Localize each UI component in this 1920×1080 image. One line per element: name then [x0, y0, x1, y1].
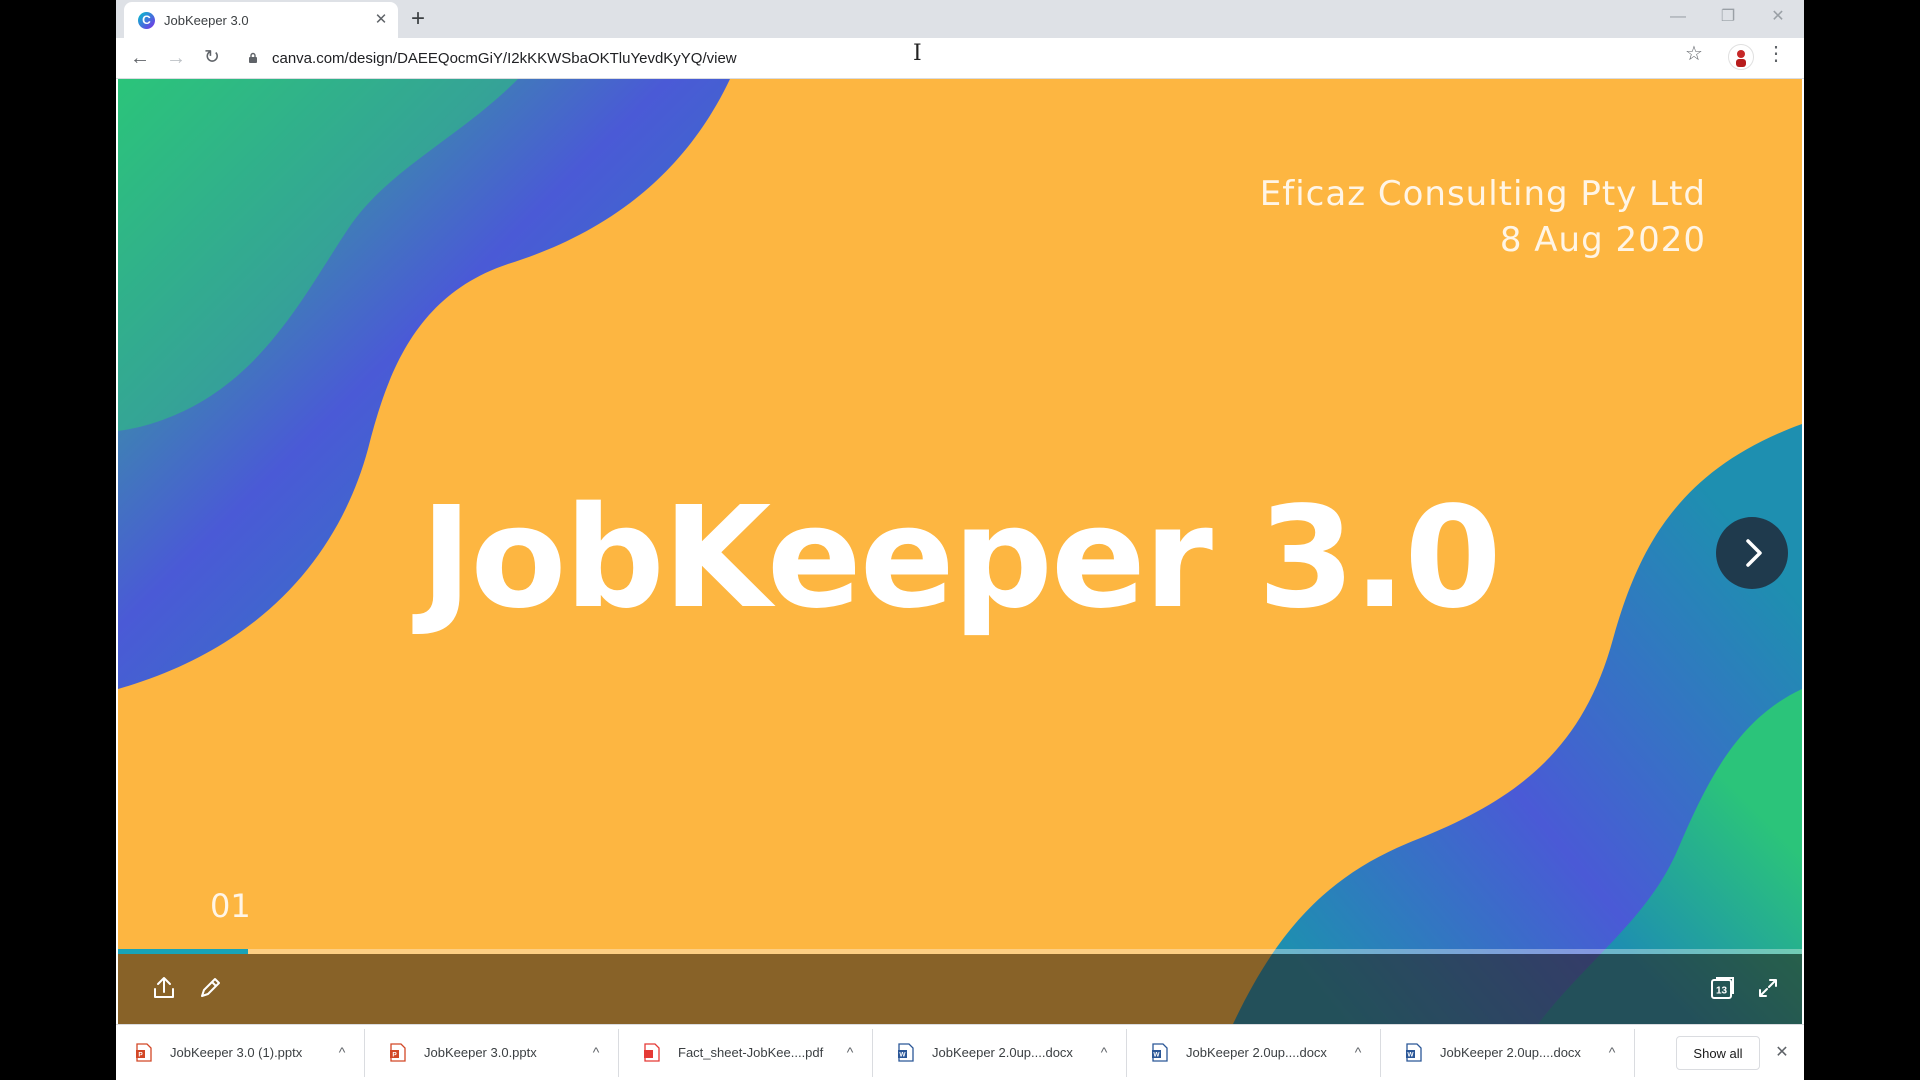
download-filename: JobKeeper 2.0up....docx — [1186, 1045, 1327, 1060]
slide-company-block: Eficaz Consulting Pty Ltd 8 Aug 2020 — [1260, 171, 1706, 263]
slide-title: JobKeeper 3.0 — [420, 477, 1501, 640]
viewer-controls-bar: 13 — [118, 954, 1802, 1024]
new-tab-plus-icon[interactable]: + — [404, 5, 432, 33]
shelf-close-icon[interactable]: ✕ — [1770, 1041, 1794, 1065]
svg-text:W: W — [1153, 1052, 1160, 1059]
svg-text:W: W — [899, 1052, 906, 1059]
download-filename: JobKeeper 2.0up....docx — [1440, 1045, 1581, 1060]
slide-date: 8 Aug 2020 — [1499, 220, 1706, 260]
slide-number: 01 — [210, 887, 251, 925]
lock-icon — [249, 52, 257, 63]
browser-window: C JobKeeper 3.0 ✕ + — ❐ ✕ ← → ↻ canva.co… — [116, 0, 1804, 1080]
canva-favicon-icon: C — [138, 12, 155, 29]
download-filename: JobKeeper 3.0.pptx — [424, 1045, 537, 1060]
minimize-icon[interactable]: — — [1656, 2, 1700, 32]
download-item[interactable]: P JobKeeper 3.0.pptx ^ — [370, 1029, 619, 1077]
bookmark-star-icon[interactable]: ☆ — [1682, 42, 1706, 66]
next-slide-button[interactable] — [1716, 517, 1788, 589]
fullscreen-expand-icon[interactable] — [1752, 972, 1784, 1004]
tab-close-icon[interactable]: ✕ — [372, 11, 390, 29]
docx-file-icon: W — [898, 1043, 914, 1062]
window-close-icon[interactable]: ✕ — [1756, 2, 1800, 32]
download-shelf: P JobKeeper 3.0 (1).pptx ^ P JobKeeper 3.0.p… — [116, 1024, 1804, 1080]
pencil-edit-icon[interactable] — [194, 972, 226, 1004]
reload-icon[interactable]: ↻ — [198, 44, 226, 72]
download-item[interactable]: W JobKeeper 2.0up....docx ^ — [1132, 1029, 1381, 1077]
avatar-person-icon — [1736, 50, 1746, 67]
presentation-viewer: Eficaz Consulting Pty Ltd 8 Aug 2020 Job… — [118, 79, 1802, 1024]
chevron-up-icon[interactable]: ^ — [840, 1041, 860, 1063]
docx-file-icon: W — [1152, 1043, 1168, 1062]
chevron-up-icon[interactable]: ^ — [332, 1041, 352, 1063]
page-count-badge: 13 — [1716, 986, 1728, 997]
pages-icon: 13 — [1711, 977, 1734, 999]
chevron-right-icon — [1746, 539, 1762, 567]
slide-grid-button[interactable]: 13 — [1706, 972, 1738, 1004]
download-item[interactable]: W JobKeeper 2.0up....docx ^ — [878, 1029, 1127, 1077]
pdf-file-icon — [644, 1043, 660, 1062]
url-text[interactable]: canva.com/design/DAEEQocmGiY/I2kKKWSbaOK… — [272, 50, 737, 67]
tab-title: JobKeeper 3.0 — [164, 13, 249, 28]
back-arrow-icon[interactable]: ← — [126, 44, 154, 72]
profile-avatar[interactable] — [1728, 44, 1754, 70]
forward-arrow-icon[interactable]: → — [162, 44, 190, 72]
download-item[interactable]: Fact_sheet-JobKee....pdf ^ — [624, 1029, 873, 1077]
download-filename: JobKeeper 3.0 (1).pptx — [170, 1045, 303, 1060]
svg-text:W: W — [1407, 1052, 1414, 1059]
docx-file-icon: W — [1406, 1043, 1422, 1062]
show-all-downloads-button[interactable]: Show all — [1676, 1036, 1760, 1070]
tab-strip: C JobKeeper 3.0 ✕ + — ❐ ✕ — [116, 0, 1804, 38]
download-filename: JobKeeper 2.0up....docx — [932, 1045, 1073, 1060]
download-filename: Fact_sheet-JobKee....pdf — [678, 1045, 824, 1060]
svg-text:P: P — [392, 1052, 397, 1059]
restore-icon[interactable]: ❐ — [1706, 2, 1750, 32]
download-item[interactable]: W JobKeeper 2.0up....docx ^ — [1386, 1029, 1635, 1077]
chevron-up-icon[interactable]: ^ — [1348, 1041, 1368, 1063]
pptx-file-icon: P — [136, 1043, 152, 1062]
share-upload-icon[interactable] — [148, 972, 180, 1004]
text-cursor-icon: I — [913, 41, 922, 66]
kebab-menu-icon[interactable]: ⋮ — [1766, 42, 1786, 66]
chevron-up-icon[interactable]: ^ — [1602, 1041, 1622, 1063]
browser-tab[interactable]: C JobKeeper 3.0 ✕ — [124, 2, 398, 38]
download-item[interactable]: P JobKeeper 3.0 (1).pptx ^ — [116, 1029, 365, 1077]
chevron-up-icon[interactable]: ^ — [1094, 1041, 1114, 1063]
slide-company-name: Eficaz Consulting Pty Ltd — [1259, 174, 1706, 214]
browser-toolbar: ← → ↻ canva.com/design/DAEEQocmGiY/I2kKK… — [116, 38, 1804, 79]
address-bar[interactable]: canva.com/design/DAEEQocmGiY/I2kKKWSbaOK… — [238, 42, 1698, 74]
svg-text:P: P — [138, 1052, 143, 1059]
chevron-up-icon[interactable]: ^ — [586, 1041, 606, 1063]
pptx-file-icon: P — [390, 1043, 406, 1062]
